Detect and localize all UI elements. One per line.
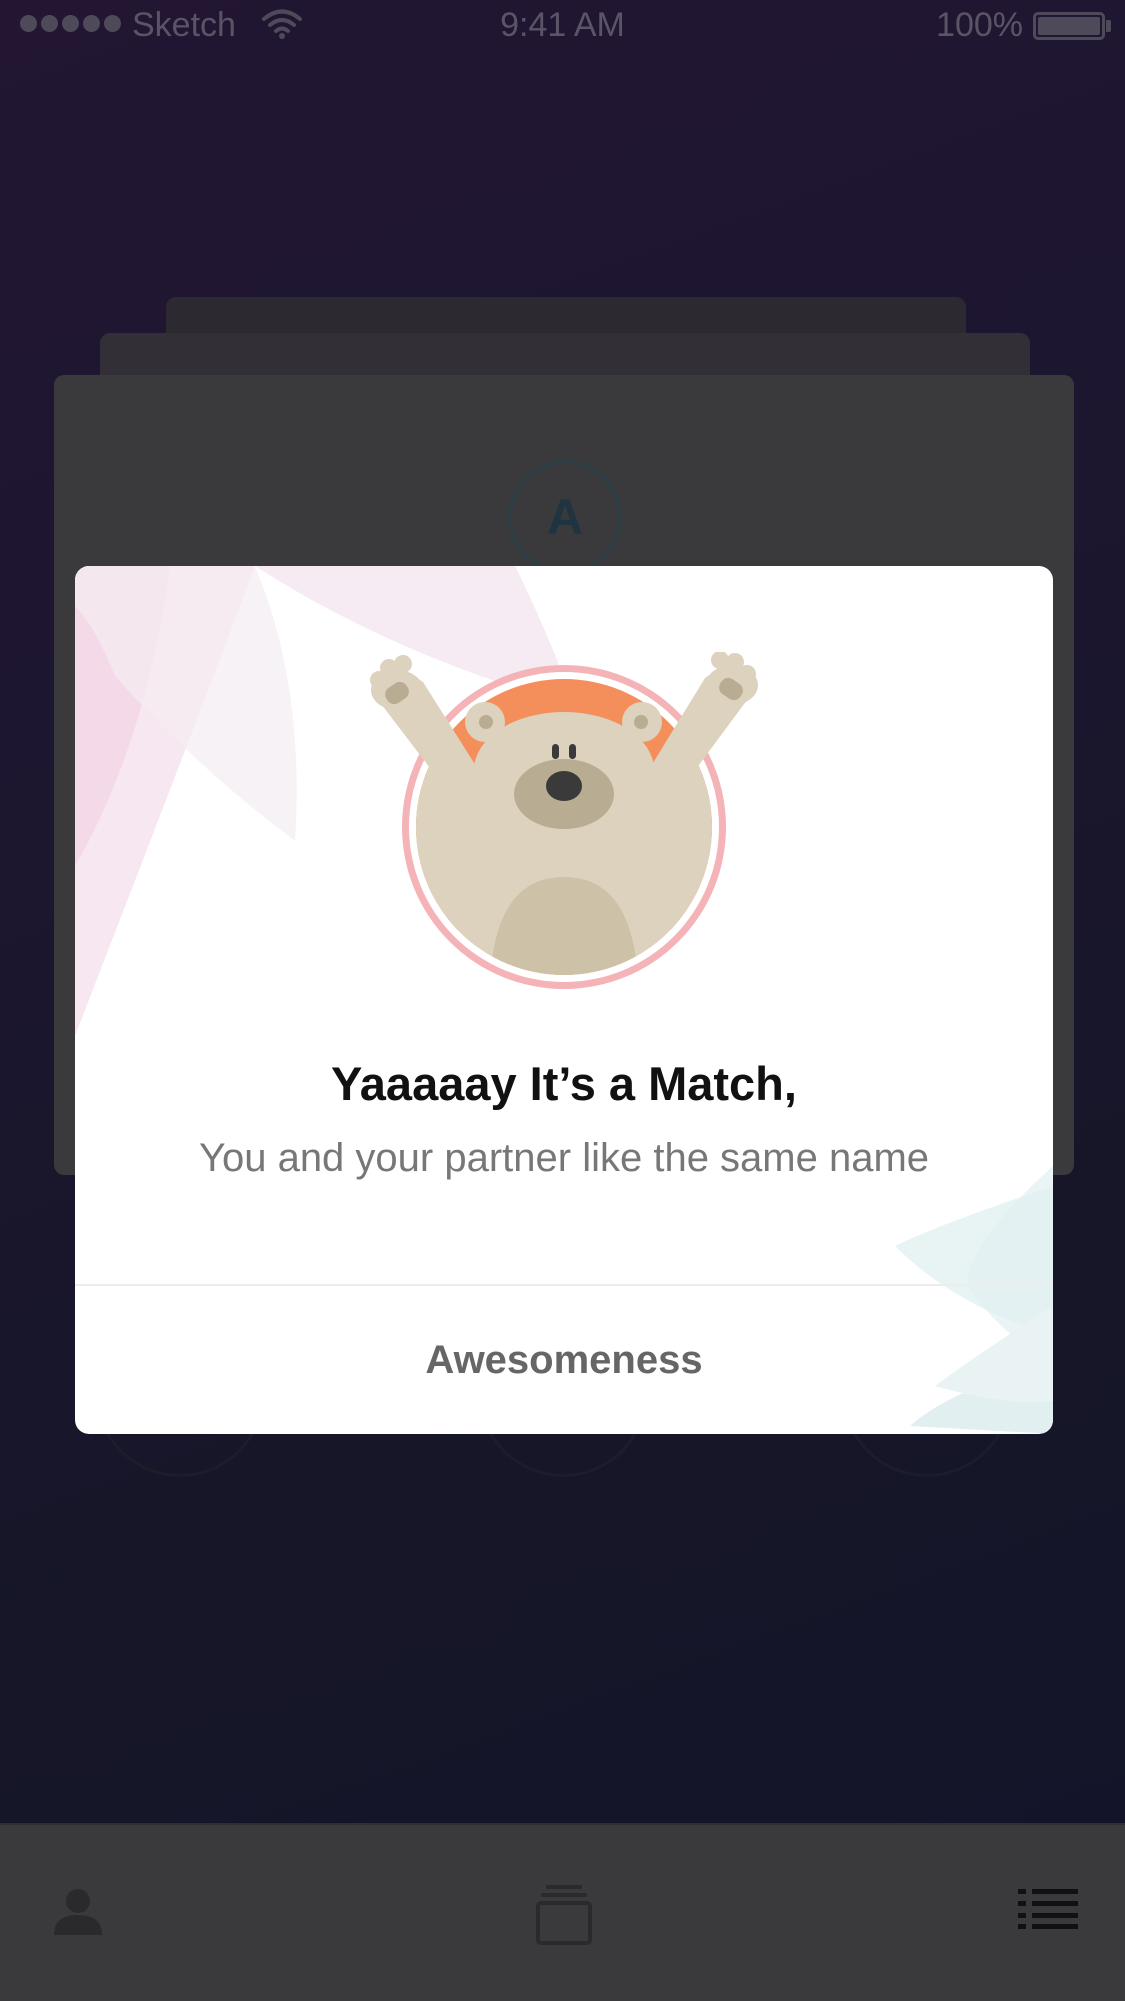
battery-percent: 100% [936,6,1023,44]
card-letter: A [546,489,584,545]
match-modal: Yaaaaay It’s a Match, You and your partn… [75,566,1053,1434]
battery-icon [1033,12,1105,40]
tab-bar [0,1823,1125,2001]
battery-cap [1106,20,1111,32]
match-title: Yaaaaay It’s a Match, [331,1057,797,1110]
status-bar: Sketch 9:41 AM 100% [0,0,1125,52]
bear-cheering-icon [370,652,758,989]
profile-icon[interactable] [52,1885,104,1937]
cards-stack-icon[interactable] [536,1883,592,1945]
match-subtitle: You and your partner like the same name [198,1136,930,1180]
awesomeness-button[interactable]: Awesomeness [75,1286,1053,1434]
list-icon[interactable] [1018,1889,1078,1929]
card-letter-badge: A [508,460,622,574]
